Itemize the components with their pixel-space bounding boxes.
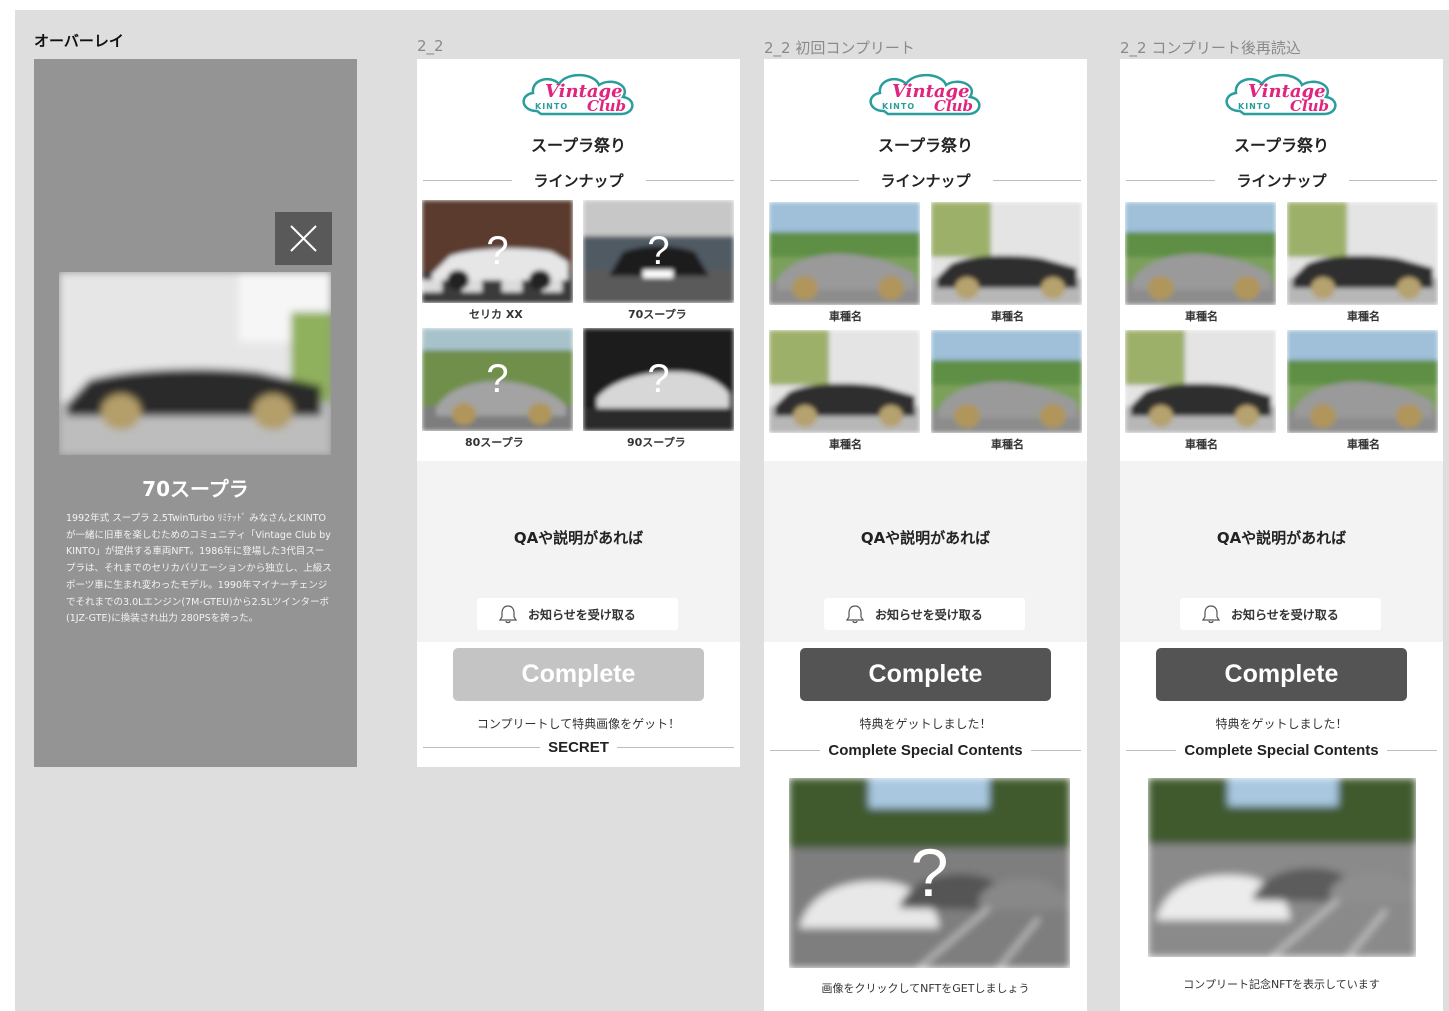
special-contents-heading: Complete Special Contents [770, 742, 1082, 759]
question-mark-icon: ? [486, 357, 509, 401]
car-name: 車種名 [1185, 438, 1218, 451]
frame-label-first-complete: 2_2 初回コンプリート [764, 39, 915, 57]
car-name: 70スープラ [628, 308, 687, 321]
complete-button[interactable]: Complete [1156, 648, 1407, 701]
bell-icon [499, 605, 517, 624]
screen-reload: スープラ祭り ラインナップ 車種名 車種名 車種名 車種名 QAや説明があれば … [1120, 59, 1443, 1011]
event-title: スープラ祭り [1233, 136, 1330, 155]
car-name: 車種名 [991, 438, 1024, 451]
vintage-club-logo [869, 73, 981, 117]
lineup-heading: ラインナップ [770, 170, 1082, 191]
qa-text: QAや説明があれば [513, 529, 644, 547]
car-name: セリカ XX [469, 308, 523, 321]
car-name: 車種名 [1185, 310, 1218, 323]
special-contents-image[interactable]: ? [789, 778, 1070, 968]
screen-2-2: スープラ祭り ラインナップ ? セリカ XX ? 70スープラ ? 80スープラ… [417, 59, 740, 767]
screen-first-complete: スープラ祭り ラインナップ 車種名 車種名 車種名 車種名 QAや説明があれば … [764, 59, 1087, 1011]
qa-section: QAや説明があれば お知らせを受け取る [764, 461, 1087, 642]
car-name: 車種名 [1347, 310, 1380, 323]
overlay-car-description: 1992年式 スープラ 2.5TwinTurbo ﾘﾐﾃｯﾄﾞ みなさんとKIN… [66, 513, 332, 625]
lineup-heading: ラインナップ [1126, 170, 1438, 191]
qa-text: QAや説明があれば [860, 529, 991, 547]
close-icon [290, 225, 317, 252]
car-name: 90スープラ [627, 436, 686, 449]
car-name: 車種名 [991, 310, 1024, 323]
car-name: 80スープラ [465, 436, 524, 449]
complete-hint: 特典をゲットしました！ [1215, 717, 1348, 731]
overlay-car-title: 70スープラ [142, 477, 249, 501]
frame-label-reload: 2_2 コンプリート後再読込 [1120, 39, 1301, 57]
notify-button[interactable]: お知らせを受け取る [824, 598, 1025, 630]
question-mark-icon: ? [647, 229, 670, 273]
frame-label-overlay: オーバーレイ [34, 32, 124, 50]
overlay-car-photo [59, 272, 331, 455]
special-contents-image[interactable] [1148, 778, 1416, 957]
question-mark-icon: ? [910, 835, 949, 911]
bell-icon [846, 605, 864, 624]
question-mark-icon: ? [486, 229, 509, 273]
overlay-modal: 70スープラ 1992年式 スープラ 2.5TwinTurbo ﾘﾐﾃｯﾄﾞ み… [34, 59, 357, 767]
car-name: 車種名 [829, 438, 862, 451]
event-title: スープラ祭り [530, 136, 627, 155]
notify-button[interactable]: お知らせを受け取る [477, 598, 678, 630]
question-mark-icon: ? [647, 357, 670, 401]
complete-button[interactable]: Complete [453, 648, 704, 701]
event-title: スープラ祭り [877, 136, 974, 155]
special-caption: 画像をクリックしてNFTをGETしましょう [821, 982, 1030, 995]
close-button[interactable] [275, 212, 332, 265]
special-caption: コンプリート記念NFTを表示しています [1183, 978, 1380, 991]
notify-button[interactable]: お知らせを受け取る [1180, 598, 1381, 630]
complete-hint: コンプリートして特典画像をゲット！ [476, 717, 681, 731]
vintage-club-logo [522, 73, 634, 117]
qa-section: QAや説明があれば お知らせを受け取る [1120, 461, 1443, 642]
car-name: 車種名 [829, 310, 862, 323]
complete-button[interactable]: Complete [800, 648, 1051, 701]
qa-text: QAや説明があれば [1216, 529, 1347, 547]
car-name: 車種名 [1347, 438, 1380, 451]
qa-section: QAや説明があれば お知らせを受け取る [417, 461, 740, 642]
lineup-heading: ラインナップ [423, 170, 735, 191]
complete-hint: 特典をゲットしました！ [859, 717, 992, 731]
secret-heading: SECRET [423, 739, 734, 756]
vintage-club-logo [1225, 73, 1337, 117]
special-contents-heading: Complete Special Contents [1126, 742, 1438, 759]
bell-icon [1202, 605, 1220, 624]
frame-label-2-2: 2_2 [417, 37, 444, 55]
